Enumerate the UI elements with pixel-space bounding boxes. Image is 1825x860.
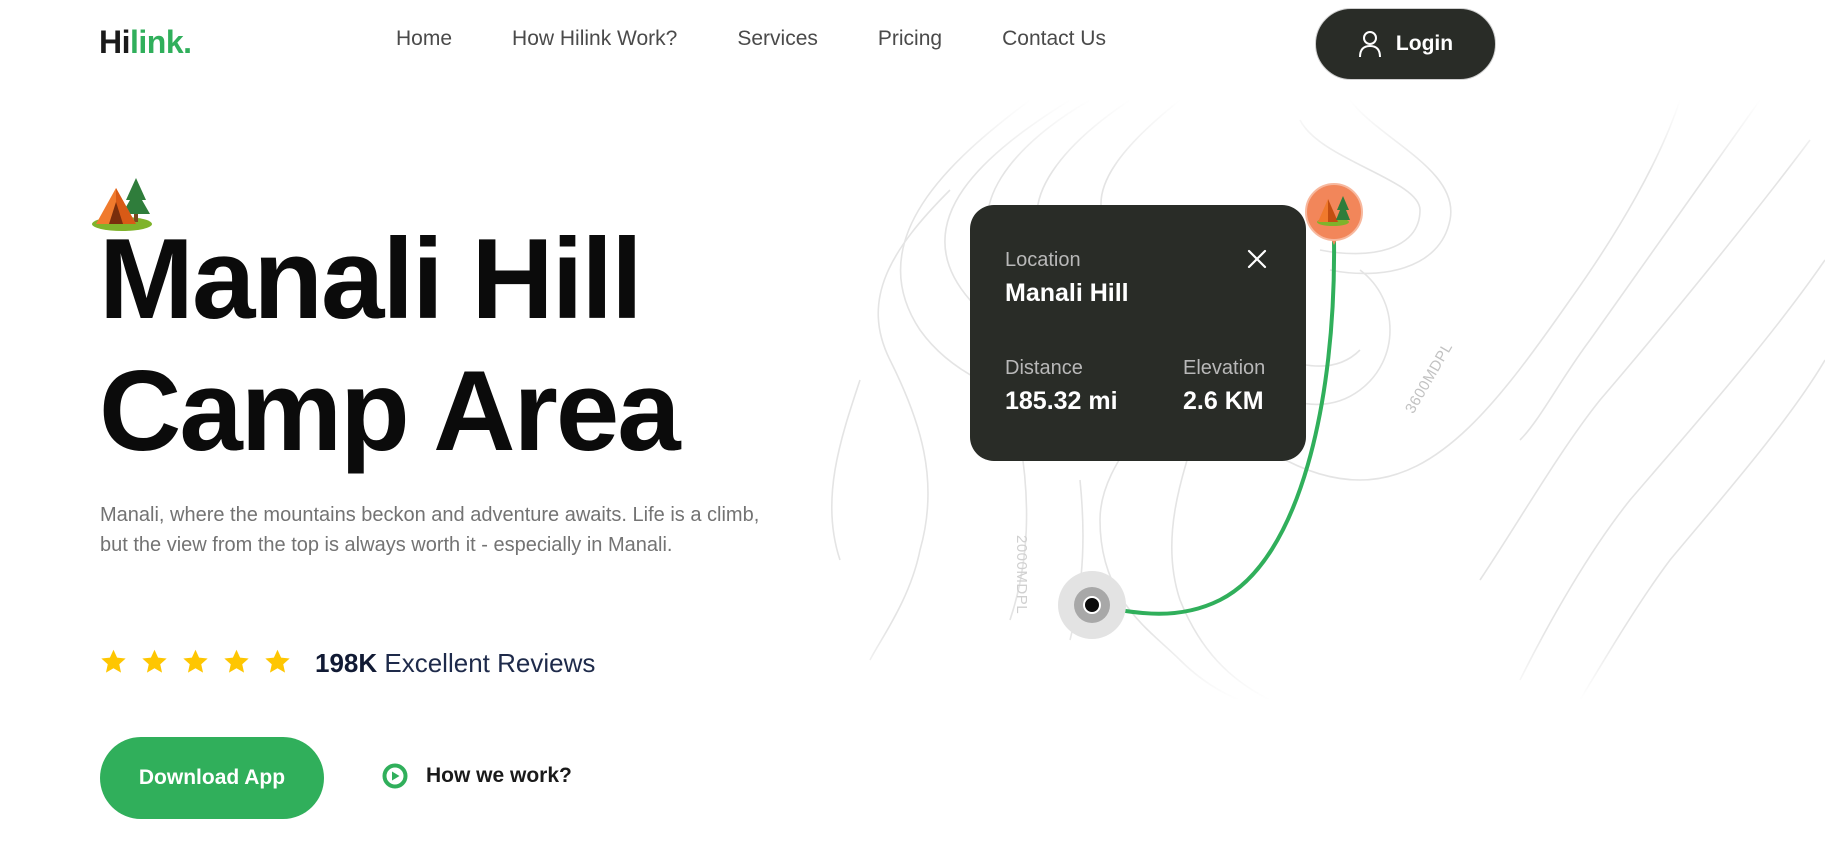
distance-value: 185.32 mi — [1005, 387, 1118, 415]
location-info-card: Location Manali Hill Distance 185.32 mi … — [970, 205, 1306, 461]
elevation-label: Elevation — [1183, 357, 1266, 379]
how-we-work-label: How we work? — [426, 764, 572, 787]
nav-item-contact[interactable]: Contact Us — [1002, 27, 1106, 51]
nav-item-services[interactable]: Services — [737, 27, 818, 51]
star-icon — [183, 649, 208, 673]
logo-part-2: link. — [130, 24, 192, 60]
star-icon — [142, 649, 167, 673]
hero-title-line-2: Camp Area — [99, 348, 681, 475]
login-button[interactable]: Login — [1315, 8, 1496, 80]
location-label: Location — [1005, 249, 1081, 271]
review-count: 198K — [315, 648, 378, 678]
logo[interactable]: Hilink. — [99, 24, 192, 61]
start-point-icon[interactable] — [1058, 571, 1126, 639]
how-we-work-link[interactable]: How we work? — [382, 763, 572, 789]
star-rating — [100, 648, 291, 675]
topographic-map — [800, 100, 1825, 700]
hero-title: Manali Hill Camp Area — [99, 214, 681, 478]
star-icon — [101, 649, 126, 673]
main-nav: Home How Hilink Work? Services Pricing C… — [396, 27, 1106, 51]
nav-item-pricing[interactable]: Pricing — [878, 27, 942, 51]
logo-part-1: Hi — [99, 24, 131, 60]
star-icon — [224, 649, 249, 673]
download-app-button[interactable]: Download App — [100, 737, 324, 819]
login-label: Login — [1395, 32, 1454, 55]
elevation-value: 2.6 KM — [1183, 387, 1264, 415]
nav-item-how-it-works[interactable]: How Hilink Work? — [512, 27, 677, 51]
hero-title-line-1: Manali Hill — [99, 216, 643, 343]
contour-label-2000: 2000MDPL — [1013, 535, 1030, 615]
nav-item-home[interactable]: Home — [396, 27, 452, 51]
play-icon — [382, 763, 408, 789]
close-icon[interactable] — [1245, 247, 1269, 271]
reviews-summary: 198K Excellent Reviews — [315, 648, 595, 679]
review-text: Excellent Reviews — [377, 648, 596, 678]
user-icon — [1358, 31, 1381, 58]
hero-description: Manali, where the mountains beckon and a… — [100, 504, 760, 556]
star-icon — [265, 649, 290, 673]
distance-label: Distance — [1005, 357, 1083, 379]
location-value: Manali Hill — [1005, 279, 1129, 307]
